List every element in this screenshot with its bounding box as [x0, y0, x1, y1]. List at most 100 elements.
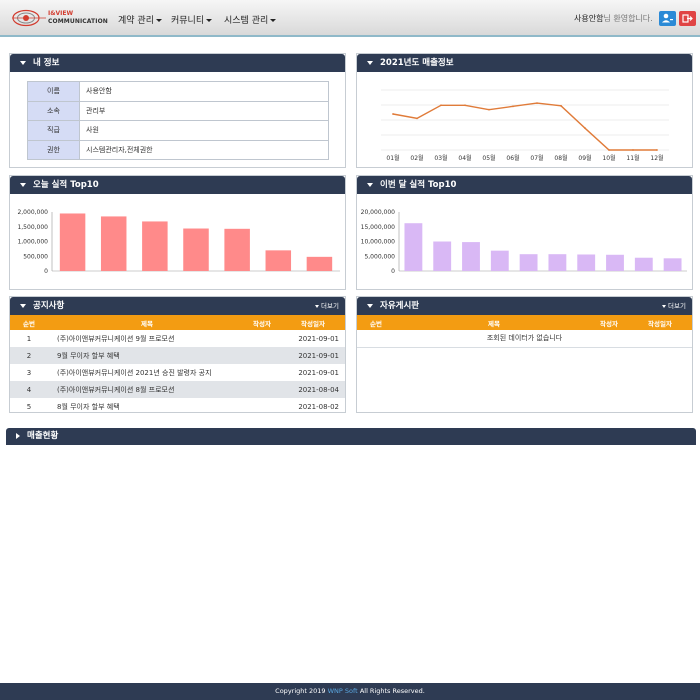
row-no: 1 — [26, 334, 32, 343]
y-tick-label: 15,000,000 — [361, 224, 396, 231]
y-tick-label: 2,000,000 — [17, 209, 48, 216]
row-author — [237, 398, 287, 412]
col-title[interactable]: 제목 — [395, 315, 584, 330]
menu-contract-label: 계약 관리 — [118, 16, 154, 26]
y-tick-label: 0 — [44, 268, 48, 275]
bar — [577, 254, 596, 271]
table-row[interactable]: 2 9월 무이자 할부 혜택 2021-09-01 — [10, 347, 345, 364]
collapse-icon — [20, 303, 26, 308]
notice-header[interactable]: 공지사항 더보기 — [10, 297, 345, 315]
row-author — [237, 364, 287, 381]
menu-community[interactable]: 커뮤니티 — [171, 13, 213, 26]
collapse-icon — [367, 60, 373, 65]
notice-more-label: 더보기 — [321, 302, 339, 310]
info-key: 이름 — [27, 81, 80, 102]
today-top10-title: 오늘 실적 Top10 — [33, 180, 99, 190]
col-author[interactable]: 작성자 — [584, 315, 634, 330]
empty-row: 조회된 데이터가 없습니다 — [357, 330, 692, 348]
footer-rights: All Rights Reserved. — [359, 687, 425, 695]
y-tick-label: 1,000,000 — [17, 239, 48, 246]
notice-title: 공지사항 — [33, 301, 65, 311]
bar — [142, 221, 168, 271]
table-row[interactable]: 5 8월 무이자 할부 혜택 2021-08-02 — [10, 398, 345, 412]
footer-brand-link[interactable]: WNP Soft — [328, 687, 358, 695]
data-point — [560, 104, 562, 107]
bar — [100, 216, 127, 271]
row-author — [237, 330, 287, 347]
logout-button[interactable] — [679, 11, 696, 26]
my-info-title: 내 정보 — [33, 58, 60, 68]
user-name: 사용안함 — [574, 14, 604, 23]
empty-message: 조회된 데이터가 없습니다 — [357, 330, 692, 348]
row-author — [237, 347, 287, 364]
menu-community-label: 커뮤니티 — [171, 16, 205, 26]
my-info-table: 이름 사용안함 소속 관리부 직급 사원 권한 시스템관리자,전체권한 — [27, 81, 329, 160]
notice-panel: 공지사항 더보기 순번 제목 작성자 작성일자 1 (주)아이앤뷰커뮤니케이션 9… — [9, 296, 346, 413]
col-date[interactable]: 작성일자 — [634, 315, 692, 330]
info-row: 이름 사용안함 — [27, 81, 329, 102]
info-row: 소속 관리부 — [27, 100, 329, 121]
company-logo[interactable]: I&VIEW COMMUNICATION — [12, 8, 108, 30]
month-top10-title: 이번 달 실적 Top10 — [380, 180, 457, 190]
row-no: 4 — [10, 381, 48, 398]
row-author — [237, 381, 287, 398]
user-settings-button[interactable] — [659, 11, 676, 26]
x-tick-label: 02월 — [410, 154, 423, 162]
y-tick-label: 10,000,000 — [361, 239, 396, 246]
col-author[interactable]: 작성자 — [237, 315, 287, 330]
sales-status-header[interactable]: 매출현황 — [6, 428, 696, 445]
free-board-more-link[interactable]: 더보기 — [662, 297, 686, 315]
collapse-icon — [20, 60, 26, 65]
bar — [183, 228, 209, 271]
row-title[interactable]: 9월 무이자 할부 혜택 — [48, 347, 237, 364]
collapse-icon — [367, 303, 373, 308]
col-no[interactable]: 순번 — [357, 315, 395, 330]
table-row[interactable]: 1 (주)아이앤뷰커뮤니케이션 9월 프로모션 2021-09-01 — [10, 330, 345, 347]
table-row[interactable]: 3 (주)아이앤뷰커뮤니케이션 2021년 승진 발령자 공지 2021-09-01 — [10, 364, 345, 381]
y-tick-label: 0 — [391, 268, 395, 275]
free-board-panel: 자유게시판 더보기 순번 제목 작성자 작성일자 조회된 데이터가 없습니다 — [356, 296, 693, 413]
info-row: 직급 사원 — [27, 120, 329, 141]
row-title[interactable]: (주)아이앤뷰커뮤니케이션 9월 프로모션 — [48, 330, 237, 347]
notice-more-link[interactable]: 더보기 — [315, 297, 339, 315]
row-date: 2021-08-04 — [287, 381, 345, 398]
sales-status-title: 매출현황 — [27, 431, 59, 441]
annual-sales-panel: 2021년도 매출정보 01월 02월 03월 04월 05월 06월 07월 08월 09월 1… — [356, 53, 693, 168]
annual-sales-line-chart: 01월 02월 03월 04월 05월 06월 07월 08월 09월 10월 11월 12월 — [381, 89, 669, 162]
info-value: 사용안함 — [79, 81, 329, 102]
data-point — [536, 102, 538, 104]
free-board-header[interactable]: 자유게시판 더보기 — [357, 297, 692, 315]
menu-contract[interactable]: 계약 관리 — [118, 13, 162, 26]
bar — [404, 223, 423, 271]
row-date: 2021-09-01 — [287, 347, 345, 364]
row-no: 5 — [26, 402, 32, 411]
col-title[interactable]: 제목 — [48, 315, 237, 330]
x-tick-label: 06월 — [506, 154, 519, 162]
free-board-more-label: 더보기 — [668, 302, 686, 310]
row-title[interactable]: 8월 무이자 할부 혜택 — [48, 398, 237, 412]
data-point — [584, 127, 586, 130]
row-date: 2021-08-02 — [298, 402, 339, 411]
row-title[interactable]: (주)아이앤뷰커뮤니케이션 2021년 승진 발령자 공지 — [48, 364, 237, 381]
bar — [490, 250, 509, 271]
top-navbar: I&VIEW COMMUNICATION 계약 관리 커뮤니티 시스템 관리 사… — [0, 0, 700, 37]
col-no[interactable]: 순번 — [10, 315, 48, 330]
bar — [519, 254, 538, 271]
table-row[interactable]: 4 (주)아이앤뷰커뮤니케이션 8월 프로모션 2021-08-04 — [10, 381, 345, 398]
row-title[interactable]: (주)아이앤뷰커뮤니케이션 8월 프로모션 — [48, 381, 237, 398]
logo-mark-icon — [12, 9, 46, 27]
data-point — [416, 117, 418, 120]
row-date: 2021-09-01 — [298, 368, 339, 377]
today-top10-header[interactable]: 오늘 실적 Top10 — [10, 176, 345, 194]
annual-sales-header[interactable]: 2021년도 매출정보 — [357, 54, 692, 72]
bar — [59, 213, 86, 271]
notice-table-header: 순번 제목 작성자 작성일자 — [10, 315, 345, 330]
info-key: 권한 — [27, 139, 80, 160]
menu-system[interactable]: 시스템 관리 — [224, 13, 277, 26]
info-key: 직급 — [27, 120, 80, 141]
col-date[interactable]: 작성일자 — [287, 315, 345, 330]
month-top10-header[interactable]: 이번 달 실적 Top10 — [357, 176, 692, 194]
free-board-title: 자유게시판 — [380, 301, 420, 311]
my-info-header[interactable]: 내 정보 — [10, 54, 345, 72]
caret-down-icon — [315, 304, 320, 308]
